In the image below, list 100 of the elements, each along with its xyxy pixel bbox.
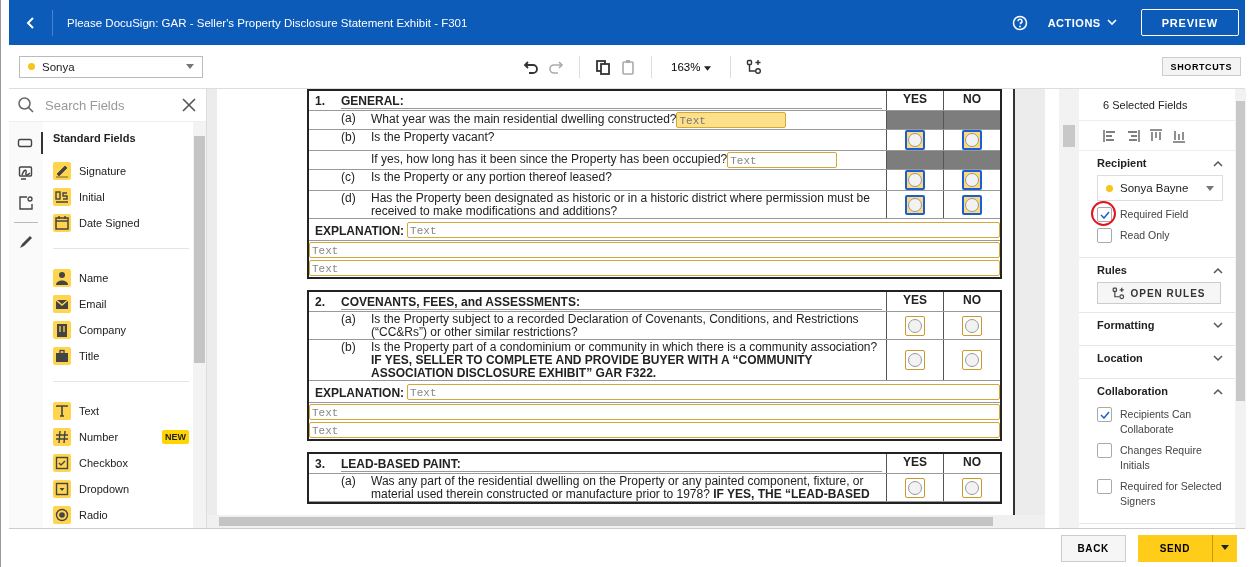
text-field-icon: [53, 402, 71, 420]
undo-icon[interactable]: [523, 58, 539, 75]
checkbox[interactable]: [1097, 207, 1112, 222]
radio-field[interactable]: [905, 170, 925, 190]
question-letter: (a): [341, 112, 357, 125]
radio-field[interactable]: [905, 194, 925, 215]
section-number: 1.: [315, 95, 326, 108]
rules-icon: [1112, 286, 1126, 300]
field-type-item[interactable]: Radio: [53, 502, 189, 528]
question-text: Is the Property or any portion thereof leased?: [371, 170, 612, 184]
section-title: LEAD-BASED PAINT:: [341, 458, 882, 472]
recipient-select[interactable]: Sonya Bayne: [1097, 175, 1223, 201]
radio-field[interactable]: [962, 350, 982, 370]
text-field[interactable]: Text: [407, 222, 1000, 238]
radio-field[interactable]: [905, 130, 925, 150]
explanation-label: EXPLANATION:: [315, 386, 405, 400]
column-heading: NO: [943, 91, 1000, 110]
align-icon[interactable]: [1172, 129, 1186, 143]
search-field[interactable]: Search Fields: [43, 96, 174, 114]
text-field[interactable]: Text: [309, 422, 1000, 438]
question-letter: (b): [341, 131, 357, 144]
column-heading: NO: [943, 292, 1000, 311]
title-field-icon: [53, 347, 71, 365]
dropdown-field-icon: [53, 480, 71, 498]
checkbox[interactable]: [1097, 228, 1112, 243]
scrollbar[interactable]: [1059, 89, 1079, 528]
radio-field[interactable]: [962, 315, 982, 336]
radio-field[interactable]: [962, 194, 982, 215]
section-header[interactable]: Collaboration: [1097, 379, 1223, 403]
field-type-item[interactable]: Checkbox: [53, 450, 189, 476]
field-type-item[interactable]: Name: [53, 265, 189, 291]
contact-icon: [18, 195, 34, 211]
section-heading: Standard Fields: [53, 132, 137, 144]
radio-field[interactable]: [905, 350, 925, 370]
text-field[interactable]: Text: [309, 260, 1000, 276]
open-rules-button[interactable]: OPEN RULES: [1097, 282, 1221, 304]
checkbox-label: Recipients Can Collaborate: [1120, 407, 1193, 437]
rules-icon[interactable]: [745, 58, 762, 75]
checkbox-label: Required for Selected Signers: [1120, 479, 1223, 509]
caret-icon: [186, 64, 194, 69]
preview-button[interactable]: PREVIEW: [1140, 9, 1239, 36]
radio-field[interactable]: [905, 315, 925, 336]
radio-field-icon: [53, 506, 71, 524]
checkbox-label: Required Field: [1120, 207, 1189, 222]
recipient-select[interactable]: Sonya: [19, 55, 203, 78]
question-text: Is the Property vacant?: [371, 130, 495, 144]
scrollbar[interactable]: [193, 122, 206, 528]
radio-field[interactable]: [962, 130, 982, 150]
send-button[interactable]: SEND: [1137, 534, 1213, 562]
zoom-select[interactable]: 163%: [667, 60, 715, 73]
section-number: 2.: [315, 296, 326, 309]
column-heading: NO: [943, 454, 1000, 473]
text-field[interactable]: Text: [309, 242, 1000, 258]
actions-menu[interactable]: ACTIONS: [1041, 15, 1123, 30]
checkbox[interactable]: [1097, 479, 1112, 494]
explanation-label: EXPLANATION:: [315, 224, 405, 238]
field-type-item[interactable]: Title: [53, 343, 189, 369]
text-field[interactable]: Text: [407, 384, 1000, 400]
number-field-icon: [53, 428, 71, 446]
section-header[interactable]: Location: [1097, 346, 1223, 370]
horizontal-scrollbar[interactable]: [207, 515, 1045, 528]
radio-field[interactable]: [962, 477, 982, 498]
radio-field[interactable]: [962, 170, 982, 190]
shortcuts-button[interactable]: SHORTCUTS: [1161, 57, 1241, 76]
text-field[interactable]: Text: [727, 152, 838, 168]
radio-field[interactable]: [905, 477, 925, 498]
field-type-item[interactable]: Date Signed: [53, 210, 189, 236]
field-type-item[interactable]: Signature: [53, 158, 189, 184]
checkbox[interactable]: [1097, 407, 1112, 422]
copy-icon[interactable]: [595, 58, 611, 75]
section-header[interactable]: Formatting: [1097, 313, 1223, 337]
field-type-item[interactable]: Initial: [53, 184, 189, 210]
caret-icon: [1206, 185, 1214, 191]
help-icon[interactable]: [1011, 14, 1028, 31]
checkbox[interactable]: [1097, 443, 1112, 458]
field-type-item[interactable]: Company: [53, 317, 189, 343]
field-type-item[interactable]: Text: [53, 398, 189, 424]
align-icon[interactable]: [1126, 129, 1140, 143]
question-text: Is the Property part of a condominium or community in which there is a community association? IF YES, SELLER TO COMPLETE AND PROVIDE BUYER WITH A “COMMUNITY ASSOCIATION DISCLOSURE EXHIBIT” GAR F322.: [371, 340, 878, 380]
back-icon: [25, 16, 36, 29]
signature-icon: [18, 165, 34, 181]
close-icon[interactable]: [182, 98, 196, 112]
company-field-icon: [53, 321, 71, 339]
text-field[interactable]: Text: [676, 112, 787, 128]
name-field-icon: [53, 269, 71, 287]
back-button[interactable]: BACK: [1060, 534, 1126, 562]
section-header[interactable]: Rules: [1097, 258, 1223, 282]
scrollbar[interactable]: [1235, 89, 1246, 528]
send-options-button[interactable]: [1213, 534, 1237, 562]
initial-field-icon: [53, 188, 71, 206]
section-number: 3.: [315, 458, 326, 471]
text-field[interactable]: Text: [309, 404, 1000, 420]
field-type-item[interactable]: Dropdown: [53, 476, 189, 502]
section-header[interactable]: Recipient: [1097, 151, 1223, 175]
field-type-item[interactable]: Email: [53, 291, 189, 317]
align-icon[interactable]: [1149, 129, 1163, 143]
align-icon[interactable]: [1103, 129, 1117, 143]
email-field-icon: [53, 295, 71, 313]
field-type-item[interactable]: Number NEW: [53, 424, 189, 450]
column-heading: YES: [886, 454, 943, 473]
